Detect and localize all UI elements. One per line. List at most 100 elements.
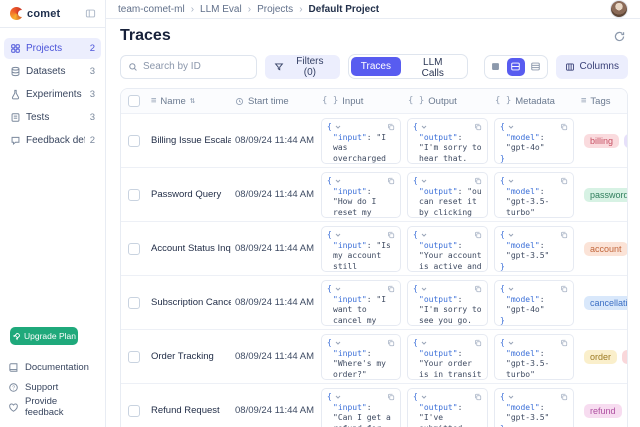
sidebar-link-label: Documentation <box>25 362 89 373</box>
column-header-input[interactable]: { } Input <box>318 89 404 113</box>
chevron-down-icon[interactable] <box>334 231 342 239</box>
row-checkbox[interactable] <box>128 297 140 309</box>
copy-icon[interactable] <box>387 177 395 185</box>
copy-icon[interactable] <box>474 123 482 131</box>
chevron-down-icon[interactable] <box>420 177 428 185</box>
chevron-down-icon[interactable] <box>334 393 342 401</box>
row-checkbox[interactable] <box>128 351 140 363</box>
copy-icon[interactable] <box>387 393 395 401</box>
tag-chip: escalation <box>624 134 628 148</box>
row-checkbox[interactable] <box>128 243 140 255</box>
sidebar-item-label: Tests <box>26 112 85 123</box>
row-checkbox[interactable] <box>128 189 140 201</box>
trace-start-time: 08/09/24 11:44 AM <box>231 384 318 427</box>
chevron-down-icon[interactable] <box>420 285 428 293</box>
copy-icon[interactable] <box>560 285 568 293</box>
experiments-icon <box>10 89 21 100</box>
trace-name: Subscription Cancellation <box>147 276 231 329</box>
metadata-json-cell: {"model": "gpt-4o"} <box>494 280 574 326</box>
chevron-down-icon[interactable] <box>507 285 515 293</box>
copy-icon[interactable] <box>474 393 482 401</box>
table-row[interactable]: Password Query 08/09/24 11:44 AM {"input… <box>121 167 627 221</box>
refresh-icon[interactable] <box>611 28 628 45</box>
sidebar-item-experiments[interactable]: Experiments3 <box>4 84 101 105</box>
sidebar-item-projects[interactable]: Projects2 <box>4 38 101 59</box>
select-all-checkbox[interactable] <box>128 95 140 107</box>
chevron-down-icon[interactable] <box>420 123 428 131</box>
copy-icon[interactable] <box>387 285 395 293</box>
column-header-output[interactable]: { } Output <box>404 89 491 113</box>
copy-icon[interactable] <box>387 231 395 239</box>
breadcrumb-item[interactable]: team-comet-ml <box>118 4 185 15</box>
chevron-down-icon[interactable] <box>420 231 428 239</box>
tab-traces[interactable]: Traces <box>351 57 401 76</box>
copy-icon[interactable] <box>560 339 568 347</box>
tab-llm-calls[interactable]: LLM Calls <box>401 57 465 76</box>
sidebar-link-label: Provide feedback <box>25 396 97 418</box>
table-row[interactable]: Billing Issue Escalation 08/09/24 11:44 … <box>121 113 627 167</box>
density-default-icon[interactable] <box>507 58 525 76</box>
copy-icon[interactable] <box>474 231 482 239</box>
trace-name: Password Query <box>147 168 231 221</box>
sidebar-item-tests[interactable]: Tests3 <box>4 107 101 128</box>
column-header-metadata[interactable]: { } Metadata <box>491 89 577 113</box>
table-row[interactable]: Subscription Cancellation 08/09/24 11:44… <box>121 275 627 329</box>
output-json-cell: {"output": "I'm sorry to see you go. I'v… <box>407 280 488 326</box>
sidebar-item-feedback-definitions[interactable]: Feedback definitions2 <box>4 130 101 151</box>
copy-icon[interactable] <box>560 393 568 401</box>
chevron-down-icon[interactable] <box>507 123 515 131</box>
columns-button[interactable]: Columns <box>556 55 628 79</box>
clock-icon <box>235 97 244 106</box>
user-avatar[interactable] <box>610 0 628 18</box>
chevron-down-icon[interactable] <box>507 393 515 401</box>
chevron-down-icon[interactable] <box>334 285 342 293</box>
tag-chip: password <box>584 188 628 202</box>
chevron-down-icon[interactable] <box>420 393 428 401</box>
copy-icon[interactable] <box>560 177 568 185</box>
chevron-down-icon[interactable] <box>507 339 515 347</box>
copy-icon[interactable] <box>474 285 482 293</box>
filters-button[interactable]: Filters (0) <box>265 55 340 79</box>
sort-icon[interactable]: ⇅ <box>190 96 195 106</box>
table-row[interactable]: Order Tracking 08/09/24 11:44 AM {"input… <box>121 329 627 383</box>
chevron-down-icon[interactable] <box>334 339 342 347</box>
metadata-json-cell: {"model": "gpt-4o"} <box>494 118 574 164</box>
row-density-toggle <box>484 55 548 79</box>
upgrade-plan-button[interactable]: Upgrade Plan <box>10 327 78 345</box>
sidebar-link-support[interactable]: ?Support <box>8 377 97 397</box>
search-input[interactable] <box>143 61 249 72</box>
table-row[interactable]: Refund Request 08/09/24 11:44 AM {"input… <box>121 383 627 427</box>
tests-icon <box>10 112 21 123</box>
density-comfortable-icon[interactable] <box>527 58 545 76</box>
column-header-name[interactable]: ≡ Name ⇅ <box>147 89 231 113</box>
row-checkbox[interactable] <box>128 135 140 147</box>
braces-icon: { } <box>495 96 511 106</box>
copy-icon[interactable] <box>474 339 482 347</box>
density-compact-icon[interactable] <box>487 58 505 76</box>
copy-icon[interactable] <box>474 177 482 185</box>
copy-icon[interactable] <box>560 123 568 131</box>
tag-chip: order <box>584 350 617 364</box>
row-checkbox[interactable] <box>128 405 140 417</box>
sidebar-link-documentation[interactable]: Documentation <box>8 357 97 377</box>
collapse-sidebar-icon[interactable] <box>85 8 96 19</box>
chevron-down-icon[interactable] <box>507 231 515 239</box>
breadcrumb-item[interactable]: LLM Eval <box>200 4 242 15</box>
copy-icon[interactable] <box>387 123 395 131</box>
chevron-down-icon[interactable] <box>507 177 515 185</box>
table-body: Billing Issue Escalation 08/09/24 11:44 … <box>121 113 627 427</box>
input-json-cell: {"input": "Can I get a refund for my las… <box>321 388 401 427</box>
chevron-down-icon[interactable] <box>334 177 342 185</box>
table-row[interactable]: Account Status Inquiry 08/09/24 11:44 AM… <box>121 221 627 275</box>
copy-icon[interactable] <box>560 231 568 239</box>
chevron-down-icon[interactable] <box>420 339 428 347</box>
breadcrumb-item[interactable]: Projects <box>257 4 293 15</box>
column-header-tags[interactable]: ≡ Tags <box>577 89 628 113</box>
sidebar-item-datasets[interactable]: Datasets3 <box>4 61 101 82</box>
copy-icon[interactable] <box>387 339 395 347</box>
output-json-cell: {"output": "Your account is active and i… <box>407 226 488 272</box>
chevron-down-icon[interactable] <box>334 123 342 131</box>
column-header-start-time[interactable]: Start time <box>231 89 318 113</box>
sidebar-item-label: Feedback definitions <box>26 135 85 146</box>
sidebar-link-provide-feedback[interactable]: Provide feedback <box>8 397 97 417</box>
